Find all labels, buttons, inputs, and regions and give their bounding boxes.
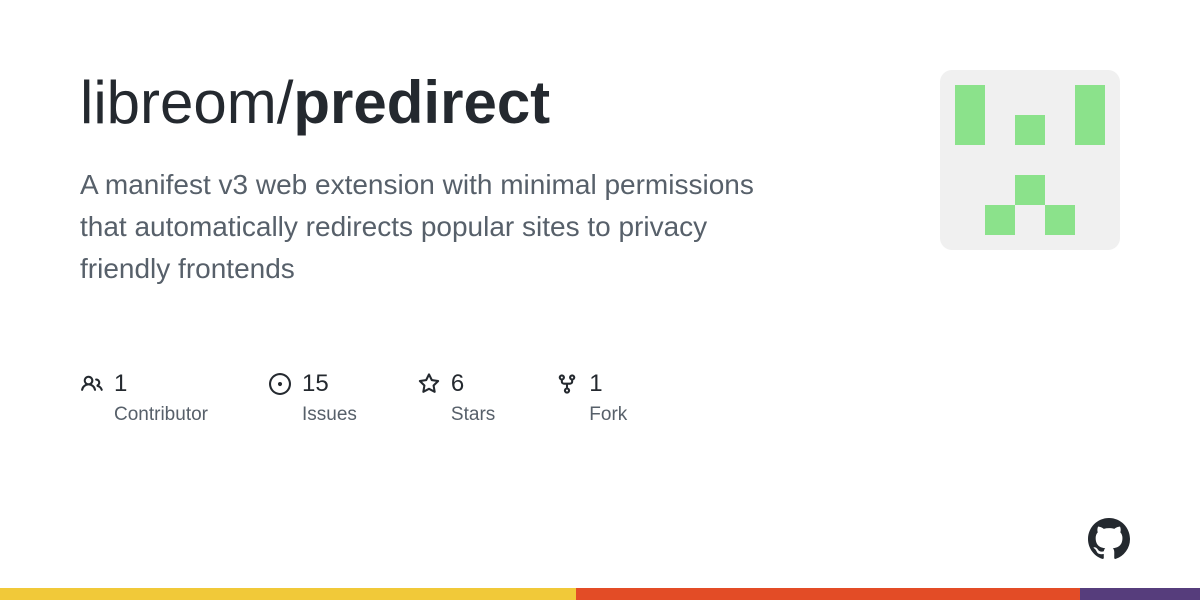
stat-forks-label: Fork — [589, 404, 627, 426]
stat-stars: 6 Stars — [417, 370, 495, 426]
stat-contributors-value: 1 — [114, 370, 127, 398]
fork-icon — [555, 372, 579, 396]
stat-stars-label: Stars — [451, 404, 495, 426]
stat-contributors: 1 Contributor — [80, 370, 208, 426]
stat-issues-label: Issues — [302, 404, 357, 426]
stat-forks: 1 Fork — [555, 370, 627, 426]
identicon-icon — [955, 85, 1105, 235]
stat-stars-value: 6 — [451, 370, 464, 398]
stat-issues-value: 15 — [302, 370, 329, 398]
repo-description: A manifest v3 web extension with minimal… — [80, 164, 800, 290]
language-bar — [0, 588, 1200, 600]
language-segment-1 — [576, 588, 1080, 600]
repo-owner: libreom — [80, 69, 277, 136]
repo-name: predirect — [293, 69, 550, 136]
stat-issues: 15 Issues — [268, 370, 357, 426]
stat-contributors-label: Contributor — [114, 404, 208, 426]
people-icon — [80, 372, 104, 396]
repo-summary: libreom/predirect A manifest v3 web exte… — [80, 70, 800, 600]
repo-avatar — [940, 70, 1120, 250]
stat-forks-value: 1 — [589, 370, 602, 398]
repo-title: libreom/predirect — [80, 70, 800, 136]
language-segment-2 — [1080, 588, 1200, 600]
repo-separator: / — [277, 69, 294, 136]
issue-icon — [268, 372, 292, 396]
github-logo-icon — [1088, 518, 1130, 560]
language-segment-0 — [0, 588, 576, 600]
star-icon — [417, 372, 441, 396]
repo-stats: 1 Contributor 15 Issues 6 — [80, 370, 800, 426]
